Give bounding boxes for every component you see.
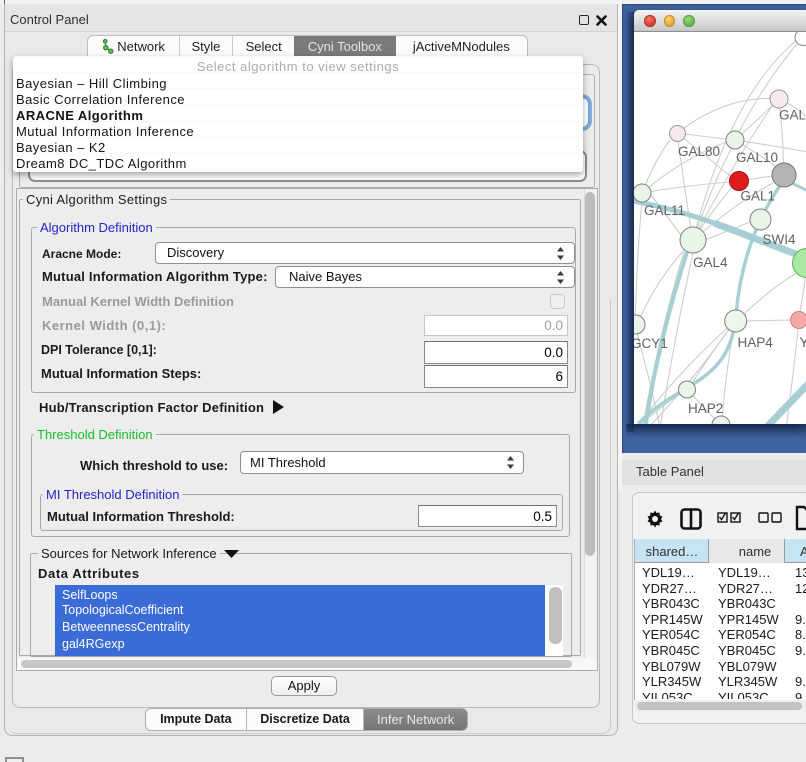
svg-text:GAL4: GAL4: [693, 255, 728, 270]
svg-text:GAL2: GAL2: [779, 108, 806, 123]
svg-text:GAL11: GAL11: [644, 203, 685, 218]
svg-text:HAP4: HAP4: [738, 335, 774, 350]
svg-text:YM: YM: [800, 335, 806, 350]
svg-text:GCY1: GCY1: [634, 336, 668, 351]
svg-text:GAL1: GAL1: [741, 189, 776, 204]
svg-text:GAL10: GAL10: [736, 150, 778, 165]
svg-text:HAP2: HAP2: [688, 401, 723, 416]
svg-text:SWI4: SWI4: [763, 232, 796, 247]
svg-text:GAL80: GAL80: [678, 144, 720, 159]
